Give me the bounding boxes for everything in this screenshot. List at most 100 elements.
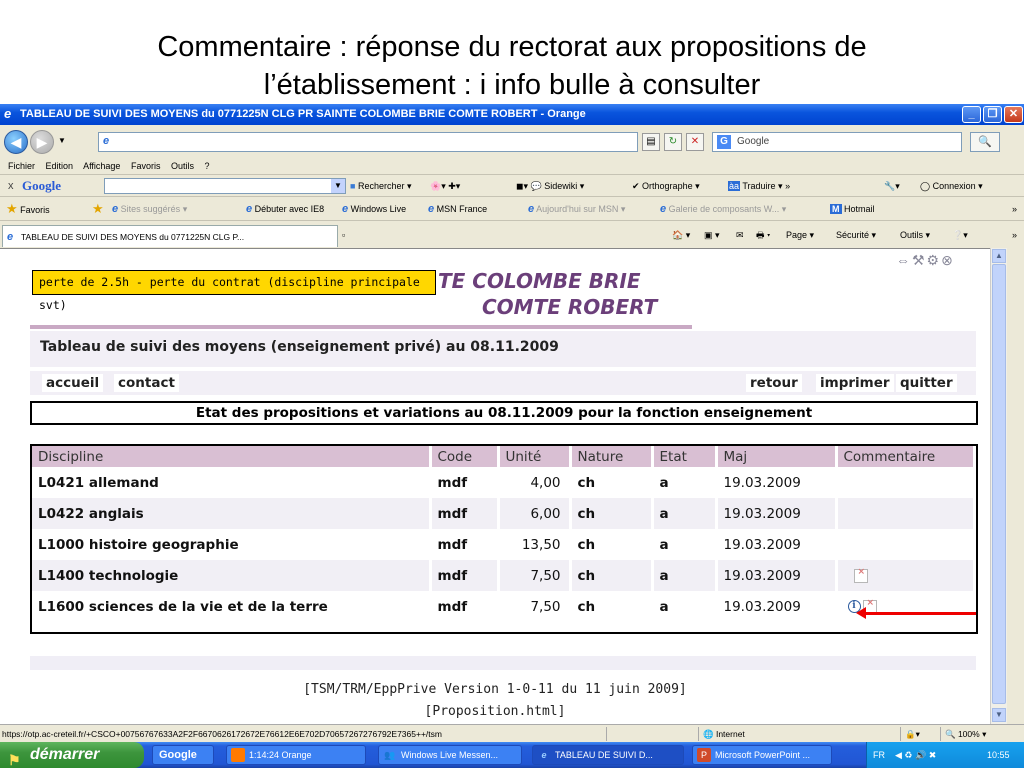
securite-menu[interactable]: Sécurité ▾ <box>836 221 876 249</box>
menu-edition[interactable]: Edition <box>46 161 74 171</box>
traduire-button[interactable]: àa Traduire ▾ » <box>728 175 790 197</box>
galerie-label: Galerie de composants W... <box>668 204 780 214</box>
close-button[interactable]: ✕ <box>1004 106 1023 123</box>
hotmail-link[interactable]: M Hotmail <box>830 197 875 221</box>
menu-affichage[interactable]: Affichage <box>83 161 120 171</box>
task-messenger[interactable]: 👥 Windows Live Messen... <box>378 745 522 765</box>
contact-link[interactable]: contact <box>114 374 179 392</box>
zoom-control[interactable]: 🔍 100% ▾ <box>940 727 1020 741</box>
task-orange[interactable]: 1:14:24 Orange <box>226 745 366 765</box>
cell-commentaire <box>836 498 976 529</box>
chevron-down-icon[interactable]: ▼ <box>331 179 345 193</box>
status-zone-label: Internet <box>715 729 745 739</box>
page-subtitle: Tableau de suivi des moyens (enseignemen… <box>40 339 559 355</box>
rechercher-button[interactable]: ■ Rechercher ▾ <box>350 175 412 197</box>
cell-code: mdf <box>430 467 500 498</box>
task-powerpoint[interactable]: P Microsoft PowerPoint ... <box>692 745 832 765</box>
page-menu[interactable]: Page ▾ <box>786 221 814 249</box>
cell-unite: 7,50 <box>498 591 572 622</box>
status-bar: https://otp.ac-creteil.fr/+CSCO+00756767… <box>0 724 1024 742</box>
status-zone: 🌐 Internet <box>698 727 858 741</box>
tray-icons[interactable]: ◀ ♻ 🔊 ✖ <box>895 742 936 768</box>
connexion-button[interactable]: ◯ Connexion ▾ <box>920 175 983 197</box>
url-input[interactable]: e <box>98 132 638 152</box>
cell-nature: ch <box>570 591 654 622</box>
menu-favoris[interactable]: Favoris <box>131 161 161 171</box>
add-favorite-icon[interactable]: ★ <box>92 197 104 222</box>
menu-help[interactable]: ? <box>205 161 210 171</box>
chevron-down-icon[interactable]: ▼ <box>58 136 66 145</box>
close-toolbar-icon[interactable]: x <box>8 175 14 197</box>
orthographe-label: Orthographe <box>642 181 693 191</box>
maximize-button[interactable]: ❐ <box>983 106 1002 123</box>
menu-outils[interactable]: Outils <box>171 161 194 171</box>
scroll-down-icon[interactable]: ▼ <box>992 708 1006 722</box>
table-row: L0422 anglais mdf 6,00 ch a 19.03.2009 <box>32 498 976 529</box>
orthographe-button[interactable]: ✔ Orthographe ▾ <box>632 175 700 197</box>
scroll-up-icon[interactable]: ▲ <box>992 249 1006 263</box>
retour-link[interactable]: retour <box>746 374 802 392</box>
new-tab-button[interactable]: ▫ <box>342 221 345 249</box>
search-button[interactable]: 🔍 <box>970 132 1000 152</box>
task-google-label: Google <box>159 749 197 761</box>
browser-window: e TABLEAU DE SUIVI DES MOYENS du 0771225… <box>0 104 1024 768</box>
google-toolbar-input[interactable]: ▼ <box>104 178 346 194</box>
header-divider <box>30 325 692 329</box>
accueil-link[interactable]: accueil <box>42 374 104 392</box>
outils-menu[interactable]: Outils ▾ <box>900 221 930 249</box>
quitter-link[interactable]: quitter <box>896 374 957 392</box>
protected-mode-icon[interactable]: 🔒▾ <box>900 727 936 741</box>
print-icon[interactable]: 🖶 ▾ <box>756 221 770 249</box>
stop-button[interactable]: ✕ <box>686 133 704 151</box>
sites-suggeres-link[interactable]: e Sites suggérés ▾ <box>112 197 187 221</box>
back-button[interactable]: ◀ <box>4 130 28 154</box>
cell-discipline: L1000 histoire geographie <box>32 529 432 560</box>
menu-fichier[interactable]: Fichier <box>8 161 35 171</box>
star-icon: ★ <box>6 201 18 216</box>
help-icon[interactable]: ❔▾ <box>952 221 968 249</box>
broken-image-icon[interactable] <box>853 567 868 583</box>
moyens-table: Discipline Code Unité Nature Etat Maj Co… <box>30 444 978 634</box>
search-input[interactable]: G Google <box>712 132 962 152</box>
compat-view-button[interactable]: ▤ <box>642 133 660 151</box>
forward-button[interactable]: ▶ <box>30 130 54 154</box>
language-indicator[interactable]: FR <box>873 742 885 768</box>
home-icon[interactable]: 🏠 ▾ <box>672 221 690 249</box>
toolbar-tools-icons[interactable]: 🌸▾ ✚▾ <box>430 175 460 197</box>
tab-tableau[interactable]: e TABLEAU DE SUIVI DES MOYENS du 0771225… <box>2 225 338 247</box>
zoom-level: 100% <box>957 729 980 739</box>
page-tool-icons[interactable]: ⇔⚒⚙⊗ <box>896 252 955 269</box>
messenger-icon: 👥 <box>384 750 396 760</box>
slide-title: Commentaire : réponse du rectorat aux pr… <box>0 28 1024 104</box>
feeds-icon[interactable]: ▣ ▾ <box>704 221 720 249</box>
scroll-thumb[interactable] <box>992 264 1006 704</box>
minimize-button[interactable]: _ <box>962 106 981 123</box>
task-google[interactable]: Google <box>152 745 214 765</box>
start-button[interactable]: ⚑ démarrer <box>0 742 144 768</box>
windows-flag-icon: ⚑ <box>8 752 21 768</box>
refresh-button[interactable]: ↻ <box>664 133 682 151</box>
google-logo: Google <box>22 178 61 193</box>
cell-code: mdf <box>430 591 500 622</box>
ie-task-icon: e <box>541 750 547 760</box>
aujourdhui-link[interactable]: e Aujourd'hui sur MSN ▾ <box>528 197 625 221</box>
cell-etat: a <box>652 560 718 591</box>
msn-link[interactable]: e MSN France <box>428 197 487 221</box>
windows-live-link[interactable]: e Windows Live <box>342 197 406 221</box>
debuter-link[interactable]: e Débuter avec IE8 <box>246 197 324 221</box>
table-row: L1000 histoire geographie mdf 13,50 ch a… <box>32 529 976 560</box>
vertical-scrollbar[interactable]: ▲ ▼ <box>990 248 1007 724</box>
mail-icon[interactable]: ✉ <box>736 221 744 249</box>
wrench-icon[interactable]: 🔧▾ <box>884 175 900 197</box>
sidewiki-button[interactable]: ◼▾ 💬 Sidewiki ▾ <box>516 175 584 197</box>
task-tableau[interactable]: e TABLEAU DE SUIVI D... <box>532 745 684 765</box>
favoris-button[interactable]: ★ Favoris <box>6 197 50 222</box>
more-tools-icon[interactable]: » <box>1012 221 1017 249</box>
cell-maj: 19.03.2009 <box>716 529 838 560</box>
address-bar: ◀ ▶ ▼ e ▤ ↻ ✕ G Google 🔍 <box>0 125 1024 159</box>
more-favorites-icon[interactable]: » <box>1012 197 1017 221</box>
imprimer-link[interactable]: imprimer <box>816 374 894 392</box>
status-url: https://otp.ac-creteil.fr/+CSCO+00756767… <box>2 729 442 739</box>
cell-discipline: L1400 technologie <box>32 560 432 591</box>
galerie-link[interactable]: e Galerie de composants W... ▾ <box>660 197 786 221</box>
